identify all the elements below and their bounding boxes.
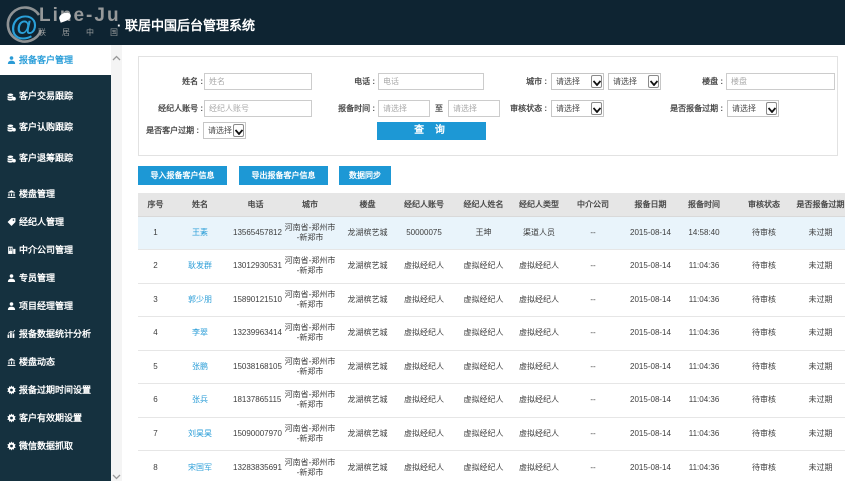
svg-text:@: @: [10, 10, 37, 41]
